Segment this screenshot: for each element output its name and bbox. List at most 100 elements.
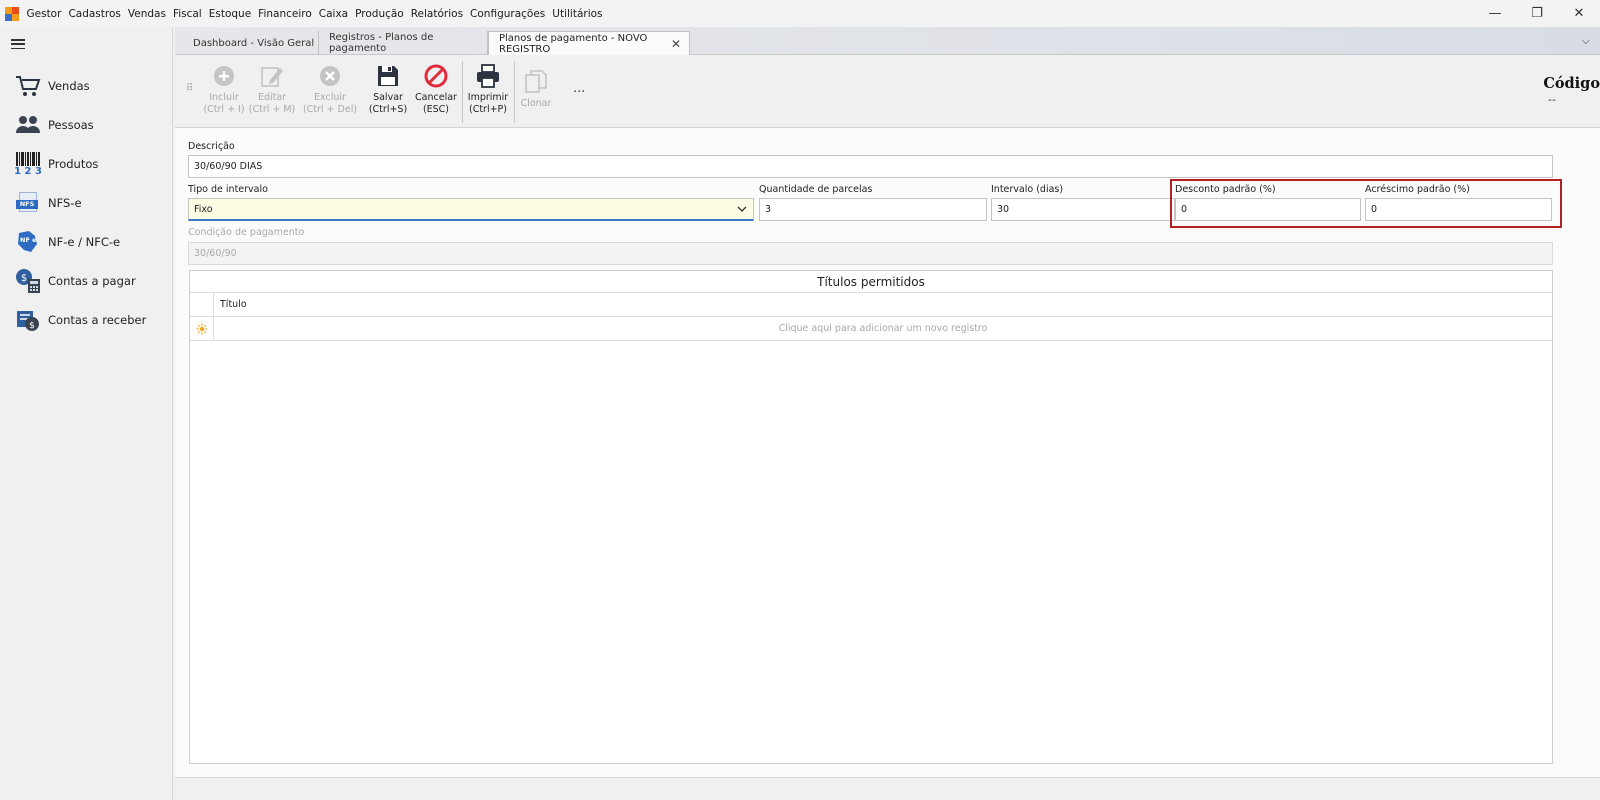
salvar-label: Salvar (Ctrl+S)	[368, 92, 408, 115]
sidebar-item-nfse[interactable]: NFS NFS-e	[14, 187, 169, 219]
imprimir-label: Imprimir (Ctrl+P)	[467, 92, 509, 115]
intervalo-dias-label: Intervalo (dias)	[991, 184, 1064, 195]
new-row-hint: Clique aqui para adicionar um novo regis…	[778, 323, 988, 334]
menu-cadastros[interactable]: Cadastros	[65, 8, 124, 20]
sidebar-item-contas-receber[interactable]: $ Contas a receber	[14, 304, 169, 336]
tab-registros-planos[interactable]: Registros - Planos de pagamento	[319, 31, 488, 55]
new-row[interactable]: Clique aqui para adicionar um novo regis…	[190, 317, 1552, 341]
toolbar-separator	[514, 61, 515, 123]
receivable-icon: $	[14, 306, 42, 334]
sidebar-item-label: NFS-e	[48, 196, 82, 210]
sidebar-item-label: Vendas	[48, 79, 90, 93]
descricao-value: 30/60/90 DIAS	[194, 161, 263, 172]
tab-dashboard[interactable]: Dashboard - Visão Geral	[183, 31, 319, 55]
titulos-grid: Títulos permitidos Título Clique aqui pa…	[189, 270, 1553, 764]
sidebar-item-vendas[interactable]: Vendas	[14, 70, 169, 102]
main-panel: ⠿ Incluir (Ctrl + I) Editar (Ctrl + M) E…	[175, 55, 1600, 800]
highlight-box	[1170, 179, 1562, 228]
add-icon	[211, 63, 237, 89]
toolbar-grip-icon[interactable]: ⠿	[186, 83, 193, 94]
edit-icon	[259, 63, 285, 89]
people-icon	[14, 111, 42, 139]
incluir-label: Incluir (Ctrl + I)	[203, 92, 245, 115]
toolbar-separator	[462, 61, 463, 123]
descricao-label: Descrição	[188, 141, 235, 152]
sidebar-item-contas-pagar[interactable]: $ Contas a pagar	[14, 265, 169, 297]
sidebar-item-pessoas[interactable]: Pessoas	[14, 109, 169, 141]
hamburger-menu-icon[interactable]	[11, 39, 25, 50]
toolbar: ⠿ Incluir (Ctrl + I) Editar (Ctrl + M) E…	[175, 55, 1600, 128]
incluir-button[interactable]: Incluir (Ctrl + I)	[201, 63, 247, 123]
cancel-icon	[423, 63, 449, 89]
tipo-intervalo-select[interactable]: Fixo	[188, 198, 754, 221]
cancelar-label: Cancelar (ESC)	[415, 92, 457, 115]
row-indicator-header	[190, 293, 214, 317]
nfse-icon: NFS	[14, 189, 42, 217]
intervalo-dias-field[interactable]: 30	[991, 198, 1175, 221]
tab-label: Dashboard - Visão Geral	[193, 37, 315, 49]
descricao-field[interactable]: 30/60/90 DIAS	[188, 155, 1553, 178]
sidebar-item-label: NF-e / NFC-e	[48, 235, 121, 249]
clonar-label: Clonar	[520, 98, 552, 109]
sidebar: Vendas Pessoas 1 2 3 Produtos NFS NFS-e …	[0, 27, 173, 800]
intervalo-dias-value: 30	[997, 204, 1010, 215]
menu-caixa[interactable]: Caixa	[315, 8, 351, 20]
sidebar-item-nfe[interactable]: NF e NF-e / NFC-e	[14, 226, 169, 258]
condicao-pagamento-field: 30/60/90	[188, 242, 1553, 265]
save-icon	[375, 63, 401, 89]
svg-text:$: $	[29, 321, 35, 331]
editar-button[interactable]: Editar (Ctrl + M)	[249, 63, 295, 123]
tab-label: Planos de pagamento - NOVO REGISTRO	[499, 32, 648, 55]
sidebar-item-label: Contas a receber	[48, 313, 147, 327]
sidebar-item-label: Produtos	[48, 157, 99, 171]
restore-button[interactable]: ❐	[1516, 0, 1558, 27]
quantidade-parcelas-value: 3	[765, 204, 772, 215]
cancelar-button[interactable]: Cancelar (ESC)	[414, 63, 458, 123]
menu-financeiro[interactable]: Financeiro	[255, 8, 316, 20]
tab-label: Registros - Planos de pagamento	[329, 32, 434, 54]
clonar-button[interactable]: Clonar	[519, 69, 553, 129]
minimize-button[interactable]: —	[1474, 0, 1516, 27]
menu-estoque[interactable]: Estoque	[205, 8, 254, 20]
app-logo	[5, 6, 19, 21]
menu-fiscal[interactable]: Fiscal	[169, 8, 205, 20]
barcode-icon: 1 2 3	[14, 150, 42, 178]
tipo-intervalo-value: Fixo	[194, 203, 213, 215]
clone-icon	[523, 69, 549, 95]
tab-close-icon[interactable]: ✕	[671, 37, 681, 51]
nfe-icon: NF e	[14, 228, 42, 256]
menu-gestor[interactable]: Gestor	[23, 8, 65, 20]
close-window-button[interactable]: ✕	[1558, 0, 1600, 27]
condicao-pagamento-label: Condição de pagamento	[188, 227, 305, 238]
chevron-down-icon[interactable]	[737, 204, 747, 214]
sidebar-item-produtos[interactable]: 1 2 3 Produtos	[14, 148, 169, 180]
codigo-value: --	[1548, 93, 1556, 106]
excluir-label: Excluir (Ctrl + Del)	[302, 92, 358, 115]
sidebar-item-label: Contas a pagar	[48, 274, 136, 288]
quantidade-parcelas-label: Quantidade de parcelas	[759, 184, 873, 195]
menu-producao[interactable]: Produção	[352, 8, 408, 20]
imprimir-button[interactable]: Imprimir (Ctrl+P)	[467, 63, 509, 123]
column-header-titulo[interactable]: Título	[220, 299, 247, 310]
menu-vendas[interactable]: Vendas	[124, 8, 169, 20]
tab-overflow-chevron-icon[interactable]: ⌵	[1582, 34, 1590, 48]
print-icon	[475, 63, 501, 89]
salvar-button[interactable]: Salvar (Ctrl+S)	[368, 63, 408, 123]
quantidade-parcelas-field[interactable]: 3	[759, 198, 987, 221]
nfse-badge: NFS	[16, 200, 38, 209]
grid-header: Título	[190, 293, 1552, 317]
menu-configuracoes[interactable]: Configurações	[467, 8, 549, 20]
payable-icon: $	[14, 267, 42, 295]
tab-novo-registro[interactable]: Planos de pagamento - NOVO REGISTRO ✕	[488, 31, 690, 55]
tab-strip: Dashboard - Visão Geral Registros - Plan…	[175, 27, 1600, 55]
new-row-sparkle-icon	[190, 317, 214, 341]
more-options-button[interactable]: ...	[573, 81, 585, 96]
excluir-button[interactable]: Excluir (Ctrl + Del)	[302, 63, 358, 123]
nfe-badge: NF e	[20, 236, 37, 244]
cart-icon	[14, 72, 42, 100]
grid-title: Títulos permitidos	[190, 271, 1552, 293]
editar-label: Editar (Ctrl + M)	[248, 92, 296, 115]
menu-utilitarios[interactable]: Utilitários	[549, 8, 606, 20]
menu-relatorios[interactable]: Relatórios	[407, 8, 466, 20]
status-bar	[175, 777, 1600, 800]
